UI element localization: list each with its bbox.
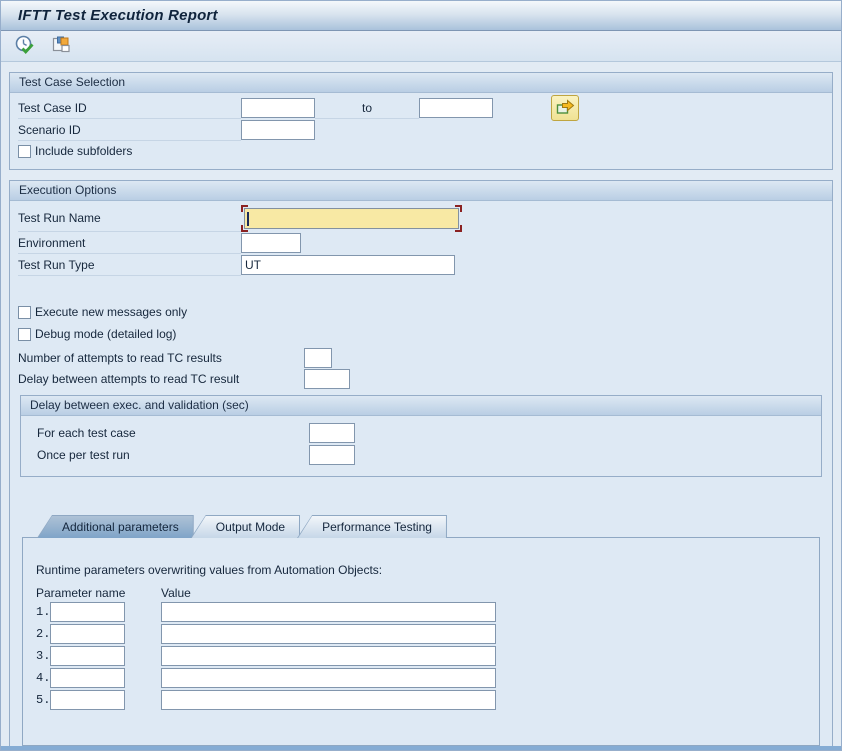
include-subfolders-label: Include subfolders: [35, 144, 132, 158]
tab-performance-testing[interactable]: Performance Testing: [297, 515, 447, 538]
row-execute-new-messages: Execute new messages only: [18, 302, 824, 322]
focus-corner: [455, 225, 462, 232]
parameter-row: 5.: [36, 689, 806, 710]
get-variant-icon: [50, 34, 72, 59]
row-once-per-test-run: Once per test run: [37, 444, 813, 466]
once-per-test-run-input[interactable]: [309, 445, 355, 465]
parameter-value-input-2[interactable]: [161, 624, 496, 644]
execute-new-messages-checkbox[interactable]: [18, 306, 31, 319]
parameter-row: 4.: [36, 667, 806, 688]
row-index: 3.: [36, 649, 50, 663]
parameter-value-input-5[interactable]: [161, 690, 496, 710]
row-index: 1.: [36, 605, 50, 619]
parameter-value-input-3[interactable]: [161, 646, 496, 666]
row-delay-between-attempts: Delay between attempts to read TC result: [18, 368, 824, 389]
group-title: Test Case Selection: [10, 73, 832, 93]
row-scenario-id: Scenario ID: [18, 119, 824, 141]
group-delay-validation: Delay between exec. and validation (sec)…: [20, 395, 822, 477]
for-each-test-case-label: For each test case: [37, 426, 309, 440]
group-execution-options: Execution Options Test Run Name Environm…: [9, 180, 833, 751]
test-run-name-input[interactable]: [244, 208, 459, 229]
parameter-column-headers: Parameter name Value: [36, 586, 806, 600]
parameter-name-input-5[interactable]: [50, 690, 125, 710]
row-test-case-id: Test Case ID to: [18, 97, 824, 119]
scenario-id-label: Scenario ID: [18, 119, 241, 141]
test-run-name-label: Test Run Name: [18, 205, 241, 232]
parameter-name-input-1[interactable]: [50, 602, 125, 622]
multiple-selection-button[interactable]: [551, 95, 579, 121]
to-label: to: [315, 97, 419, 119]
environment-input[interactable]: [241, 233, 301, 253]
row-test-run-name: Test Run Name: [18, 205, 824, 232]
parameter-row: 2.: [36, 623, 806, 644]
tab-output-mode[interactable]: Output Mode: [191, 515, 300, 538]
page-title: IFTT Test Execution Report: [18, 7, 218, 24]
execute-new-messages-label: Execute new messages only: [35, 305, 187, 319]
multiple-selection-icon: [555, 98, 575, 119]
row-test-run-type: Test Run Type: [18, 254, 824, 276]
test-case-id-label: Test Case ID: [18, 97, 241, 119]
row-index: 2.: [36, 627, 50, 641]
test-case-id-input[interactable]: [241, 98, 315, 118]
attempts-to-read-label: Number of attempts to read TC results: [18, 347, 304, 368]
window-bottom-edge: [1, 746, 841, 750]
test-run-type-input[interactable]: [241, 255, 455, 275]
sap-window: IFTT Test Execution Report: [0, 0, 842, 751]
row-environment: Environment: [18, 232, 824, 254]
tab-label: Output Mode: [192, 516, 299, 538]
text-cursor: [247, 212, 249, 226]
parameter-value-input-4[interactable]: [161, 668, 496, 688]
tab-strip: Additional parameters Output Mode Perfor…: [22, 515, 820, 746]
row-include-subfolders: Include subfolders: [18, 141, 824, 161]
include-subfolders-checkbox[interactable]: [18, 145, 31, 158]
parameter-row: 3.: [36, 645, 806, 666]
group-title: Execution Options: [10, 181, 832, 201]
test-run-type-label: Test Run Type: [18, 254, 241, 276]
focus-frame: [241, 205, 462, 232]
test-case-id-to-input[interactable]: [419, 98, 493, 118]
debug-mode-label: Debug mode (detailed log): [35, 327, 176, 341]
delay-between-attempts-input[interactable]: [304, 369, 350, 389]
focus-corner: [455, 205, 462, 212]
execute-button[interactable]: [13, 34, 37, 58]
execute-icon: [14, 34, 36, 59]
parameter-name-input-2[interactable]: [50, 624, 125, 644]
title-bar: IFTT Test Execution Report: [1, 1, 841, 31]
parameter-row: 1.: [36, 601, 806, 622]
row-attempts-to-read: Number of attempts to read TC results: [18, 347, 824, 368]
scenario-id-input[interactable]: [241, 120, 315, 140]
row-for-each-test-case: For each test case: [37, 422, 813, 444]
tab-label: Performance Testing: [298, 516, 446, 538]
parameter-name-input-4[interactable]: [50, 668, 125, 688]
runtime-parameters-intro: Runtime parameters overwriting values fr…: [36, 563, 806, 577]
group-test-case-selection: Test Case Selection Test Case ID to: [9, 72, 833, 170]
delay-between-attempts-label: Delay between attempts to read TC result: [18, 368, 304, 389]
get-variant-button[interactable]: [49, 34, 73, 58]
focus-corner: [241, 225, 248, 232]
row-index: 5.: [36, 693, 50, 707]
debug-mode-checkbox[interactable]: [18, 328, 31, 341]
value-header: Value: [161, 586, 191, 600]
row-index: 4.: [36, 671, 50, 685]
group-title: Delay between exec. and validation (sec): [21, 396, 821, 416]
row-debug-mode: Debug mode (detailed log): [18, 324, 824, 344]
parameter-name-header: Parameter name: [36, 586, 161, 600]
tab-additional-parameters[interactable]: Additional parameters: [37, 515, 194, 538]
tab-label: Additional parameters: [38, 516, 193, 538]
environment-label: Environment: [18, 232, 241, 254]
application-toolbar: [1, 31, 841, 62]
attempts-to-read-input[interactable]: [304, 348, 332, 368]
focus-corner: [241, 205, 248, 212]
for-each-test-case-input[interactable]: [309, 423, 355, 443]
tab-panel-additional-parameters: Runtime parameters overwriting values fr…: [22, 537, 820, 746]
parameter-value-input-1[interactable]: [161, 602, 496, 622]
once-per-test-run-label: Once per test run: [37, 448, 309, 462]
parameter-name-input-3[interactable]: [50, 646, 125, 666]
